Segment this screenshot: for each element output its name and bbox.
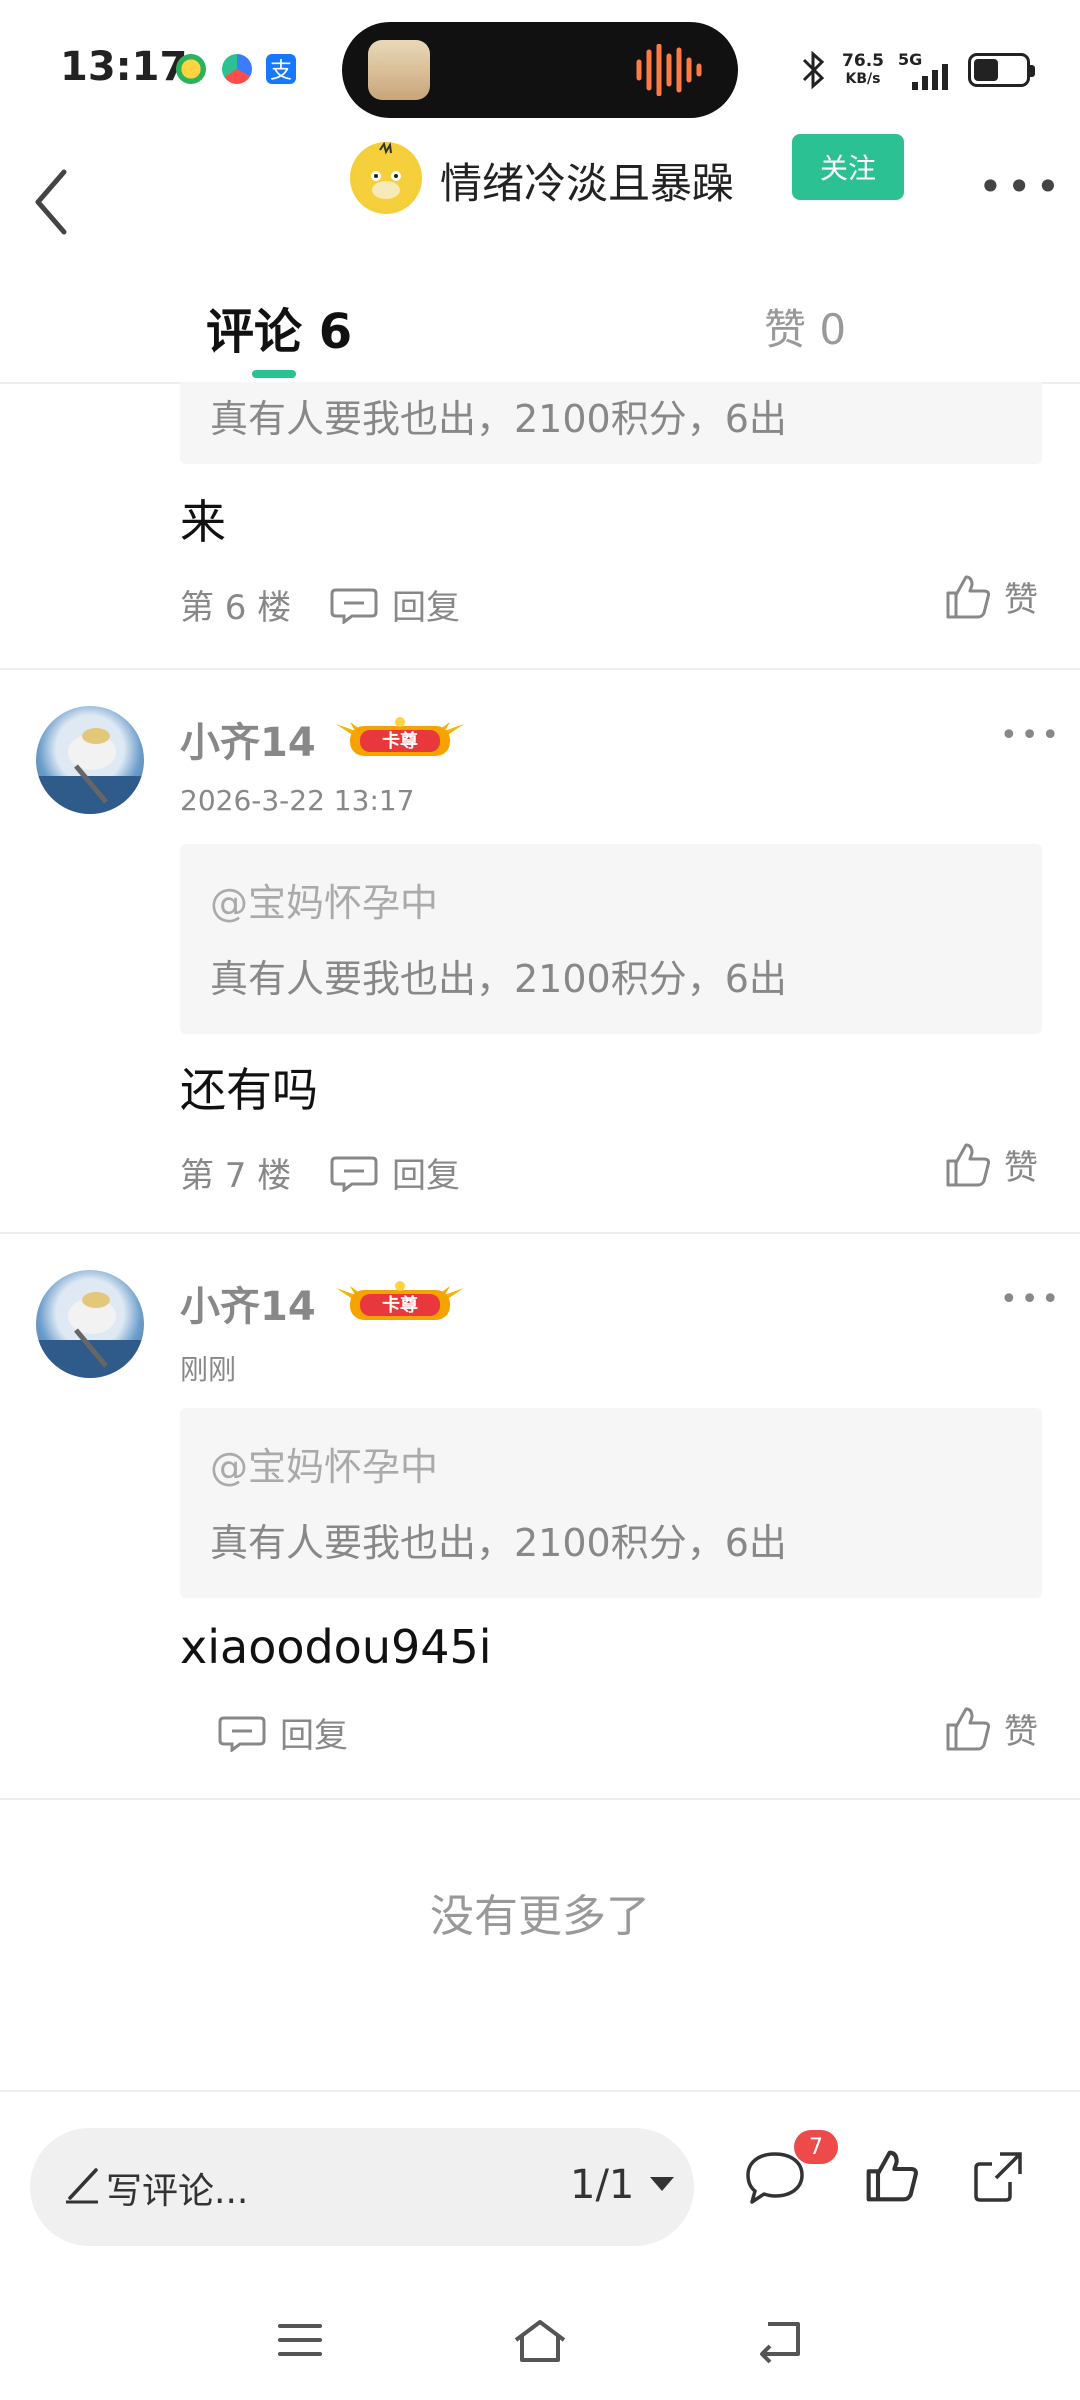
quoted-comment[interactable]: 真有人要我也出，2100积分，6出	[180, 382, 1042, 464]
back-arrow-icon[interactable]	[24, 150, 94, 240]
thumbs-up-icon	[946, 1707, 990, 1750]
top-nav: 情绪冷淡且暴躁 关注 •••	[0, 134, 1080, 260]
status-time: 13:17	[60, 44, 188, 90]
tab-comments[interactable]: 评论 6	[206, 292, 352, 362]
tab-bar: 评论 6 赞 0	[0, 262, 1080, 384]
alipay-icon: 支	[266, 54, 296, 84]
reply-icon	[330, 588, 378, 624]
comment-time: 2026-3-22 13:17	[180, 784, 415, 817]
crown-badge-icon: 卡尊	[336, 1281, 464, 1320]
dynamic-island[interactable]	[342, 22, 738, 118]
like-button[interactable]: 赞	[944, 1704, 1038, 1753]
cellular-signal: 5G	[898, 50, 954, 90]
reply-icon	[330, 1156, 378, 1192]
comment-content: 还有吗	[180, 1063, 318, 1117]
quoted-text: 真有人要我也出，2100积分，6出	[210, 397, 787, 441]
reply-button[interactable]: 回复	[330, 1148, 460, 1197]
duck-icon	[356, 142, 416, 210]
share-icon[interactable]	[970, 2148, 1026, 2204]
bottom-action-bar: 写评论... 1/1 7	[0, 2090, 1080, 2292]
reply-button[interactable]: 回复	[330, 580, 460, 629]
reply-icon	[218, 1716, 266, 1752]
quoted-comment[interactable]: @宝妈怀孕中 真有人要我也出，2100积分，6出	[180, 844, 1042, 1034]
app-notification-icon	[222, 54, 252, 84]
app-notification-icon	[176, 54, 206, 84]
menu-icon[interactable]	[276, 2316, 324, 2364]
like-label: 赞	[1004, 1712, 1038, 1752]
more-options-icon[interactable]: •••	[978, 162, 1064, 211]
like-label: 赞	[1004, 580, 1038, 620]
avatar-image	[36, 1292, 144, 1378]
quoted-text: 真有人要我也出，2100积分，6出	[210, 1521, 787, 1565]
back-icon[interactable]	[754, 2316, 806, 2364]
author-avatar[interactable]	[350, 142, 422, 214]
thumbs-up-icon	[946, 1143, 990, 1186]
audio-wave-icon	[636, 44, 702, 96]
battery-icon	[968, 53, 1035, 87]
like-button[interactable]: 赞	[944, 572, 1038, 621]
end-of-list: 没有更多了	[430, 1891, 650, 1942]
network-speed-unit: KB/s	[845, 71, 881, 87]
signal-icon	[912, 64, 948, 90]
quoted-username: @宝妈怀孕中	[210, 881, 439, 925]
crown-badge-icon: 卡尊	[336, 717, 464, 756]
like-button[interactable]: 赞	[944, 1140, 1038, 1189]
home-icon[interactable]	[510, 2316, 570, 2366]
thumbs-up-icon[interactable]	[864, 2148, 920, 2204]
comment-time: 刚刚	[180, 1353, 237, 1386]
quoted-username: @宝妈怀孕中	[210, 1445, 439, 1489]
username[interactable]: 小齐14	[180, 1274, 316, 1332]
avatar-image	[36, 728, 144, 814]
status-bar: 13:17 支 76.5 KB/s 5G	[0, 0, 1080, 140]
write-comment-input[interactable]: 写评论... 1/1	[30, 2128, 694, 2246]
reply-label: 回复	[392, 1156, 460, 1196]
like-label: 赞	[1004, 1148, 1038, 1188]
quoted-text: 真有人要我也出，2100积分，6出	[210, 957, 787, 1001]
music-cover-thumbnail	[368, 40, 430, 100]
username[interactable]: 小齐14	[180, 710, 316, 768]
active-tab-indicator	[252, 370, 296, 378]
reply-label: 回复	[280, 1716, 348, 1756]
follow-button[interactable]: 关注	[792, 134, 904, 200]
badge-text: 卡尊	[382, 730, 418, 752]
tab-likes[interactable]: 赞 0	[764, 296, 846, 357]
comment-count-badge: 7	[794, 2130, 838, 2164]
avatar[interactable]	[36, 706, 144, 814]
network-speed: 76.5 KB/s	[842, 52, 884, 88]
comment-item: 小齐14 卡尊 ••• 2026-3-22 13:17 @宝妈怀孕中 真有人要我…	[0, 668, 1080, 1234]
dropdown-arrow-icon[interactable]	[648, 2174, 676, 2194]
badge-text: 卡尊	[382, 1294, 418, 1316]
status-indicators: 76.5 KB/s 5G	[798, 40, 1035, 100]
bluetooth-icon	[802, 50, 825, 90]
comment-more-icon[interactable]: •••	[1000, 1282, 1062, 1317]
network-speed-value: 76.5	[842, 51, 884, 71]
avatar[interactable]	[36, 1270, 144, 1378]
comment-more-icon[interactable]: •••	[1000, 718, 1062, 753]
pencil-icon	[66, 2168, 98, 2204]
comment-item: 小齐14 卡尊 ••• 刚刚 @宝妈怀孕中 真有人要我也出，2100积分，6出 …	[0, 1232, 1080, 1800]
system-navigation-bar	[0, 2300, 1080, 2400]
comment-content: xiaoodou945i	[180, 1620, 492, 1674]
comment-item: 真有人要我也出，2100积分，6出 来 第 6 楼 回复 赞	[0, 382, 1080, 670]
write-comment-placeholder: 写评论...	[106, 2171, 249, 2212]
page-indicator[interactable]: 1/1	[570, 2162, 634, 2208]
reply-label: 回复	[392, 588, 460, 628]
comment-content: 来	[180, 495, 226, 549]
author-name[interactable]: 情绪冷淡且暴躁	[440, 150, 734, 211]
thumbs-up-icon	[946, 575, 990, 618]
quoted-comment[interactable]: @宝妈怀孕中 真有人要我也出，2100积分，6出	[180, 1408, 1042, 1598]
floor-number: 第 6 楼	[180, 588, 292, 628]
reply-button[interactable]: 回复	[218, 1708, 348, 1757]
floor-number: 第 7 楼	[180, 1156, 292, 1196]
